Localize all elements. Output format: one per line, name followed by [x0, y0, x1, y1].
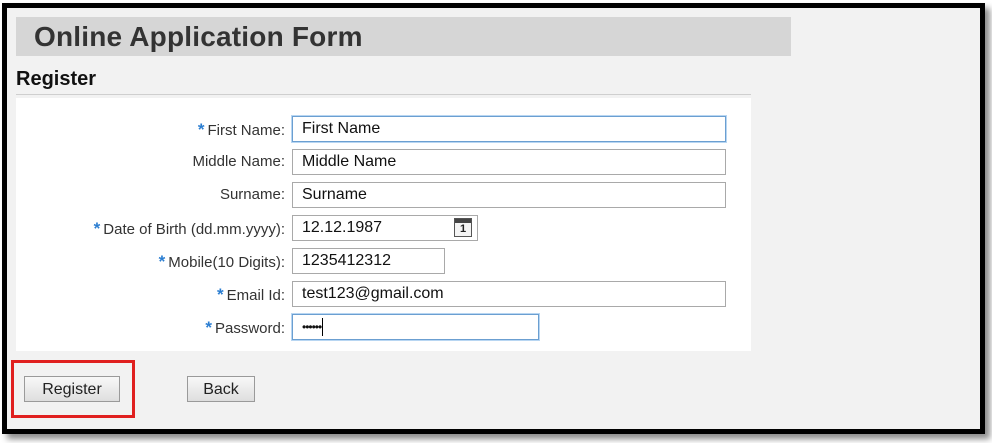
mobile-row: * Mobile(10 Digits): 1235412312	[16, 248, 751, 276]
page-title: Online Application Form	[34, 21, 363, 52]
title-bar: Online Application Form	[16, 17, 791, 56]
password-label: * Password:	[205, 318, 285, 337]
required-marker: *	[217, 285, 224, 304]
application-window: Online Application Form Register * First …	[2, 3, 985, 434]
first-name-input[interactable]: First Name	[292, 116, 726, 142]
dob-field: 12.12.1987 1	[292, 215, 478, 241]
register-highlight-box	[11, 360, 135, 418]
required-marker: *	[205, 318, 212, 337]
section-divider	[16, 94, 751, 95]
text-cursor	[322, 317, 324, 336]
middle-name-label: Middle Name:	[192, 153, 285, 170]
calendar-icon[interactable]: 1	[454, 218, 472, 237]
dob-label: * Date of Birth (dd.mm.yyyy):	[93, 219, 285, 238]
surname-input[interactable]: Surname	[292, 182, 726, 208]
required-marker: *	[93, 219, 101, 238]
dob-input[interactable]: 12.12.1987	[302, 219, 382, 236]
middle-name-row: Middle Name: Middle Name	[16, 149, 751, 177]
dob-row: * Date of Birth (dd.mm.yyyy): 12.12.1987 …	[16, 215, 751, 243]
first-name-label: * First Name:	[197, 120, 285, 139]
required-marker: *	[158, 252, 166, 271]
first-name-row: * First Name: First Name	[16, 116, 751, 144]
mobile-input[interactable]: 1235412312	[292, 248, 445, 274]
password-row: * Password: ••••••	[16, 314, 751, 342]
middle-name-input[interactable]: Middle Name	[292, 149, 726, 175]
email-label: * Email Id:	[217, 285, 285, 304]
surname-row: Surname: Surname	[16, 182, 751, 210]
mobile-label: * Mobile(10 Digits):	[158, 252, 285, 271]
registration-form: * First Name: First Name Middle Name: Mid…	[16, 98, 751, 351]
password-field: ••••••	[292, 314, 539, 340]
surname-label: Surname:	[219, 186, 285, 203]
password-input[interactable]: ••••••	[302, 320, 322, 334]
required-marker: *	[197, 120, 205, 139]
email-row: * Email Id: test123@gmail.com	[16, 281, 751, 309]
email-input[interactable]: test123@gmail.com	[292, 281, 726, 307]
section-title: Register	[16, 68, 97, 90]
back-button[interactable]: Back	[187, 376, 255, 402]
